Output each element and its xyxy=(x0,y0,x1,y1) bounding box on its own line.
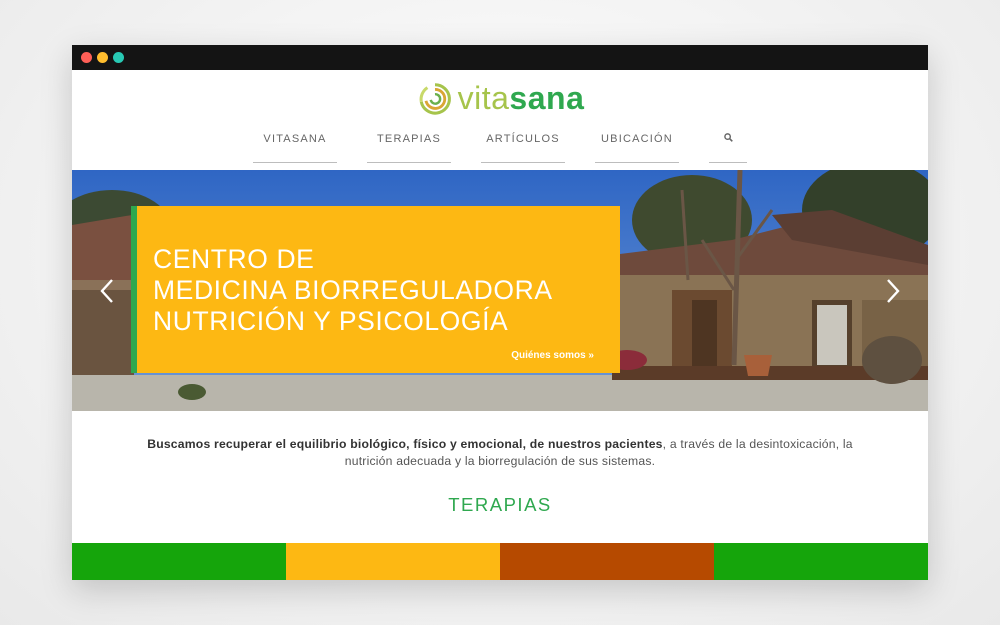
intro-rest-text: , a través de la desintoxicación, la xyxy=(662,437,853,451)
site-logo[interactable]: vitasana xyxy=(72,80,928,116)
maximize-window-button[interactable] xyxy=(113,52,124,63)
therapy-bar-2[interactable] xyxy=(286,543,500,580)
therapy-bar-3[interactable] xyxy=(500,543,714,580)
nav-item-terapias[interactable]: TERAPIAS xyxy=(367,130,451,163)
intro-line-2: nutrición adecuada y la biorregulación d… xyxy=(344,454,656,468)
logo-text-vita: vita xyxy=(457,80,510,116)
spiral-logo-icon xyxy=(419,83,451,115)
quienes-somos-link[interactable]: Quiénes somos » xyxy=(511,350,594,361)
logo-wordmark: vitasana xyxy=(458,80,585,116)
nav-item-ubicacion[interactable]: UBICACIÓN xyxy=(595,130,679,163)
hero-caption-box: CENTRO DE MEDICINA BIORREGULADORA NUTRIC… xyxy=(131,206,620,373)
hero-slider: CENTRO DE MEDICINA BIORREGULADORA NUTRIC… xyxy=(72,170,928,411)
nav-item-vitasana[interactable]: VITASANA xyxy=(253,130,337,163)
window-titlebar xyxy=(72,45,928,70)
terapias-section-title: TERAPIAS xyxy=(448,494,552,515)
nav-search-button[interactable] xyxy=(709,130,747,163)
intro-text: Buscamos recuperar el equilibrio biológi… xyxy=(72,436,928,470)
close-window-button[interactable] xyxy=(81,52,92,63)
chevron-left-icon[interactable] xyxy=(96,274,120,308)
hero-heading-line-3: NUTRICIÓN Y PSICOLOGÍA xyxy=(153,306,509,336)
nav-item-articulos[interactable]: ARTÍCULOS xyxy=(481,130,565,163)
minimize-window-button[interactable] xyxy=(97,52,108,63)
therapy-bar-1[interactable] xyxy=(72,543,286,580)
hero-heading-line-2: MEDICINA BIORREGULADORA xyxy=(153,275,553,305)
therapy-bar-4[interactable] xyxy=(714,543,928,580)
site-header: vitasana VITASANA TERAPIAS ARTÍCULOS UBI… xyxy=(72,70,928,170)
logo-text-sana: sana xyxy=(509,80,585,116)
browser-window: vitasana VITASANA TERAPIAS ARTÍCULOS UBI… xyxy=(72,45,928,580)
therapy-color-bars xyxy=(72,543,928,580)
search-icon xyxy=(723,133,733,142)
hero-heading-line-1: CENTRO DE xyxy=(153,244,315,274)
intro-bold-text: Buscamos recuperar el equilibrio biológi… xyxy=(147,437,663,451)
main-nav: VITASANA TERAPIAS ARTÍCULOS UBICACIÓN xyxy=(72,130,928,163)
intro-line-1: Buscamos recuperar el equilibrio biológi… xyxy=(72,436,928,453)
chevron-right-icon[interactable] xyxy=(880,274,904,308)
